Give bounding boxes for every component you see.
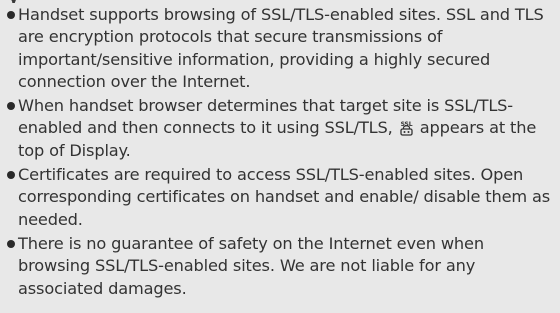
bullet-text: Handset supports browsing of SSL/TLS-ena…: [18, 5, 544, 91]
bullet-dot-icon: [7, 239, 15, 248]
bullet-dot-icon: [7, 171, 15, 180]
bullet-dot-icon: [7, 102, 15, 111]
bullet-text: Certificates are required to access SSL/…: [18, 165, 551, 229]
bullet-dot-icon: [7, 11, 15, 19]
ssl-lock-icon: SSL: [400, 121, 413, 137]
list-item: Certificates are required to access SSL/…: [4, 164, 552, 231]
document-page: y Handset supports browsing of SSL/TLS-e…: [0, 0, 560, 313]
list-item: When handset browser determines that tar…: [4, 95, 552, 162]
bullet-list: Handset supports browsing of SSL/TLS-ena…: [4, 0, 552, 300]
list-item: Handset supports browsing of SSL/TLS-ena…: [4, 4, 552, 93]
ssl-icon-label: SSL: [400, 121, 412, 128]
section-heading-fragment: y: [8, 0, 19, 3]
list-item: There is no guarantee of safety on the I…: [4, 233, 552, 300]
bullet-text: There is no guarantee of safety on the I…: [18, 233, 484, 298]
